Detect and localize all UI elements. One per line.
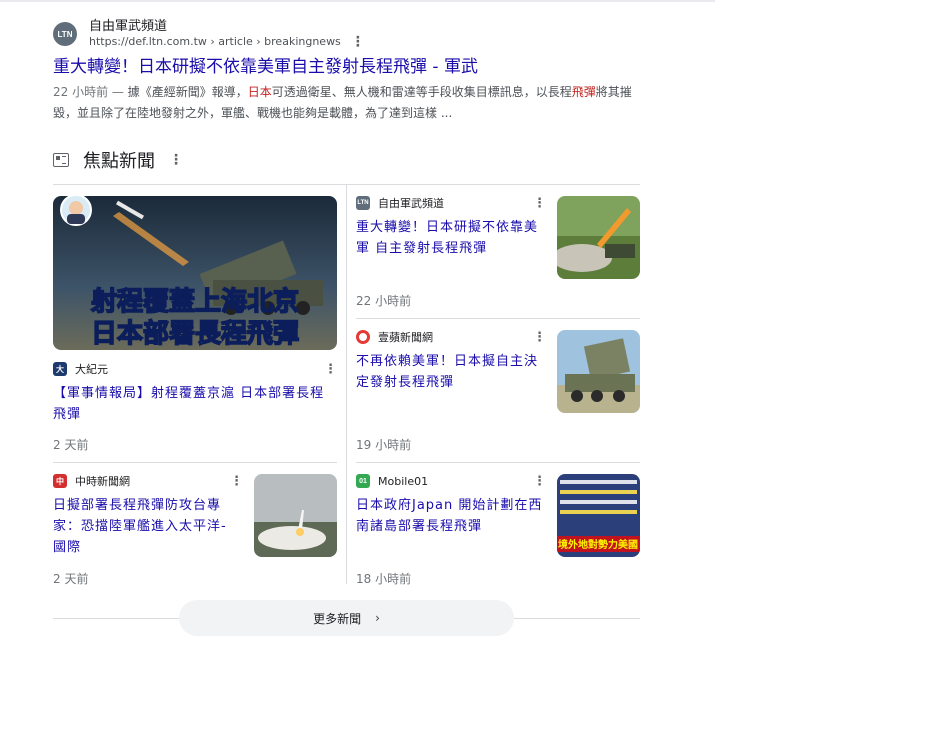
source-favicon-icon bbox=[356, 330, 370, 344]
newspaper-icon bbox=[53, 153, 69, 167]
divider bbox=[346, 184, 347, 584]
source-favicon-icon: 中 bbox=[53, 474, 67, 488]
image-caption: 境外地對勢力美國 bbox=[558, 538, 638, 551]
result-title-link[interactable]: 重大轉變！日本研擬不依靠美軍自主發射長程飛彈 - 軍武 bbox=[53, 56, 643, 78]
more-options-icon[interactable]: ⋮ bbox=[533, 196, 546, 211]
divider bbox=[53, 462, 337, 463]
snippet-highlight: 飛彈 bbox=[571, 85, 596, 99]
news-age: 2 天前 bbox=[53, 572, 89, 586]
source-favicon-icon: 大 bbox=[53, 362, 67, 376]
news-thumbnail[interactable] bbox=[557, 196, 640, 279]
news-title-link[interactable]: 重大轉變！日本研擬不依靠美軍 自主發射長程飛彈 bbox=[356, 217, 546, 259]
news-thumbnail[interactable]: 境外地對勢力美國 bbox=[557, 474, 640, 557]
news-title-link[interactable]: 【軍事情報局】射程覆蓋京滬 日本部署長程飛彈 bbox=[53, 383, 337, 425]
news-card[interactable]: 壹蘋新聞網 ⋮ 不再依賴美軍！日本擬自主決定發射長程飛彈 bbox=[356, 329, 546, 393]
divider bbox=[356, 318, 640, 319]
snippet-text: 據《產經新聞》報導， bbox=[127, 85, 248, 99]
top-stories-title: 焦點新聞 bbox=[83, 151, 155, 172]
image-caption: 日本部署長程飛彈 bbox=[91, 319, 299, 349]
more-options-icon[interactable]: ⋮ bbox=[533, 474, 546, 489]
news-source: 自由軍武頻道 bbox=[378, 197, 444, 210]
news-age: 18 小時前 bbox=[356, 572, 412, 586]
more-options-icon[interactable]: ⋮ bbox=[351, 35, 365, 49]
news-title-link[interactable]: 日本政府Japan 開始計劃在西南諸島部署長程飛彈 bbox=[356, 495, 546, 537]
more-news-button[interactable]: 更多新聞 › bbox=[179, 600, 514, 636]
news-source: Mobile01 bbox=[378, 474, 429, 488]
news-card[interactable]: LTN 自由軍武頻道 ⋮ 重大轉變！日本研擬不依靠美軍 自主發射長程飛彈 bbox=[356, 195, 546, 259]
top-border bbox=[0, 0, 715, 2]
search-result: LTN 自由軍武頻道 https://def.ltn.com.tw › arti… bbox=[53, 18, 643, 124]
more-options-icon[interactable]: ⋮ bbox=[230, 474, 243, 489]
news-source: 大紀元 bbox=[75, 363, 108, 376]
snippet-highlight: 日本 bbox=[247, 85, 272, 99]
more-options-icon[interactable]: ⋮ bbox=[324, 362, 337, 377]
news-source: 壹蘋新聞網 bbox=[378, 331, 433, 344]
site-name: 自由軍武頻道 bbox=[89, 19, 168, 34]
more-news-label: 更多新聞 bbox=[313, 611, 362, 626]
result-source[interactable]: LTN 自由軍武頻道 https://def.ltn.com.tw › arti… bbox=[53, 18, 643, 50]
snippet-age: 22 小時前 — bbox=[53, 85, 128, 99]
news-thumbnail[interactable]: 射程覆蓋上海北京 日本部署長程飛彈 bbox=[53, 196, 337, 350]
news-age: 22 小時前 bbox=[356, 294, 412, 308]
result-snippet: 22 小時前 — 據《產經新聞》報導，日本可透過衛星、無人機和雷達等手段收集目標… bbox=[53, 82, 638, 124]
news-card[interactable]: 大 大紀元 ⋮ 【軍事情報局】射程覆蓋京滬 日本部署長程飛彈 bbox=[53, 361, 337, 425]
snippet-text: 可透過衛星、無人機和雷達等手段收集目標訊息，以長程 bbox=[271, 85, 572, 99]
divider bbox=[53, 618, 179, 619]
news-title-link[interactable]: 日擬部署長程飛彈防攻台專家：恐擋陸軍艦進入太平洋-國際 bbox=[53, 495, 238, 558]
news-age: 2 天前 bbox=[53, 438, 89, 452]
site-logo-icon: LTN bbox=[53, 22, 77, 46]
more-options-icon[interactable]: ⋮ bbox=[169, 153, 183, 167]
more-options-icon[interactable]: ⋮ bbox=[533, 330, 546, 345]
news-card[interactable]: 01 Mobile01 ⋮ 日本政府Japan 開始計劃在西南諸島部署長程飛彈 bbox=[356, 473, 546, 537]
site-url: https://def.ltn.com.tw › article › break… bbox=[89, 35, 341, 48]
divider bbox=[356, 462, 640, 463]
news-source: 中時新聞網 bbox=[75, 475, 130, 488]
source-favicon-icon: 01 bbox=[356, 474, 370, 488]
news-card[interactable]: 中 中時新聞網 ⋮ 日擬部署長程飛彈防攻台專家：恐擋陸軍艦進入太平洋-國際 bbox=[53, 473, 243, 558]
top-stories-header: 焦點新聞 ⋮ bbox=[53, 148, 183, 172]
news-thumbnail[interactable] bbox=[557, 330, 640, 413]
chevron-right-icon: › bbox=[375, 611, 380, 625]
divider bbox=[514, 618, 640, 619]
source-favicon-icon: LTN bbox=[356, 196, 370, 210]
news-thumbnail[interactable] bbox=[254, 474, 337, 557]
news-title-link[interactable]: 不再依賴美軍！日本擬自主決定發射長程飛彈 bbox=[356, 351, 546, 393]
news-age: 19 小時前 bbox=[356, 438, 412, 452]
image-caption: 射程覆蓋上海北京 bbox=[90, 286, 299, 317]
